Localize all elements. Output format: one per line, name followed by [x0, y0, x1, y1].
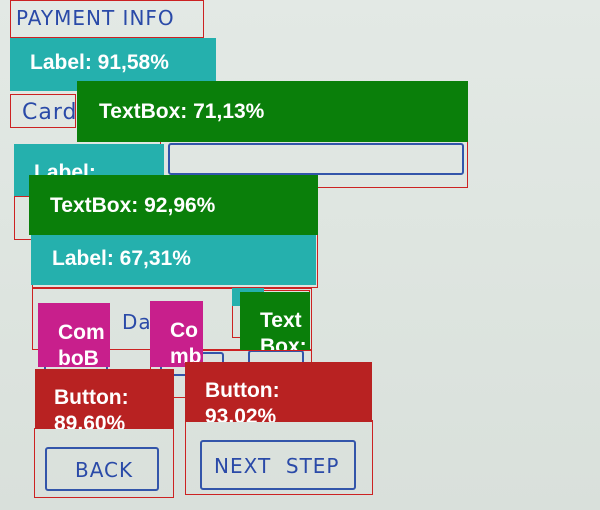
combobox-detection-2: Co mb	[150, 301, 203, 367]
button-detection-1: Button: 89,60%	[35, 369, 174, 429]
textbox-detection-3: Text Box:	[240, 292, 310, 350]
detection-outline-next	[185, 420, 373, 495]
combobox-detection-1: Com boB	[38, 303, 110, 367]
textbox-detection-2: TextBox: 92,96%	[29, 175, 318, 235]
detection-outline-title	[10, 0, 204, 38]
button-detection-2: Button: 93,02%	[185, 362, 372, 422]
label-detection-3: Label: 67,31%	[31, 235, 316, 285]
textbox-detection-1: TextBox: 71,13%	[77, 81, 468, 142]
detection-outline-back	[34, 428, 174, 498]
detection-outline-card-label	[10, 94, 76, 128]
